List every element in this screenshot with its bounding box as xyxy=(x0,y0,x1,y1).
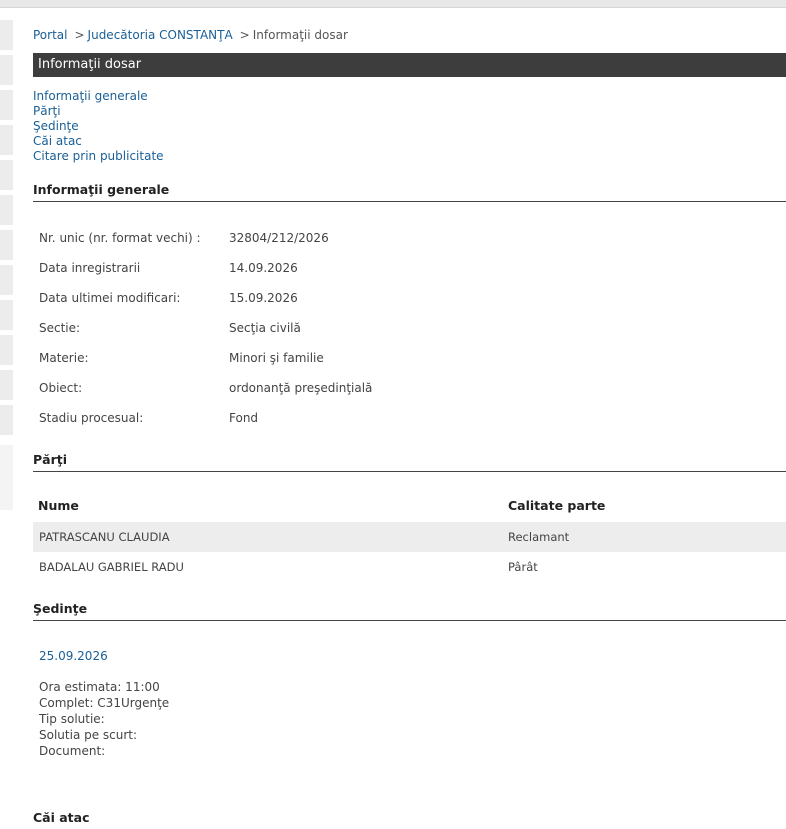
info-label: Sectie: xyxy=(39,321,81,335)
toc-link-parties[interactable]: Părţi xyxy=(33,104,164,119)
hearing-short-solution: Solutia pe scurt: xyxy=(39,728,138,742)
section-heading-appeals: Căi atac xyxy=(33,810,90,825)
section-heading-parties: Părţi xyxy=(33,452,786,472)
info-label: Materie: xyxy=(39,351,89,365)
page-title: Informaţii dosar xyxy=(33,53,786,77)
hearing-panel: Complet: C31Urgenţe xyxy=(39,696,170,710)
hearing-date: 25.09.2026 xyxy=(39,649,108,663)
section-heading-hearings: Şedinţe xyxy=(33,601,786,621)
party-role: Reclamant xyxy=(508,530,570,544)
breadcrumb-portal-link[interactable]: Portal xyxy=(33,28,67,42)
hearing-details: Ora estimata: 11:00 Complet: C31Urgenţe … xyxy=(39,679,169,759)
info-value: 14.09.2026 xyxy=(229,261,298,275)
breadcrumb-court-link[interactable]: Judecătoria CONSTANŢA xyxy=(88,28,233,42)
hearing-estimated-time: Ora estimata: 11:00 xyxy=(39,680,160,694)
hearing-solution-type: Tip solutie: xyxy=(39,712,105,726)
info-label: Data ultimei modificari: xyxy=(39,291,181,305)
toc-link-hearings[interactable]: Şedinţe xyxy=(33,119,164,134)
info-value: Secţia civilă xyxy=(229,321,301,335)
info-label: Nr. unic (nr. format vechi) : xyxy=(39,231,201,245)
party-role: Pârât xyxy=(508,560,538,574)
info-label: Data inregistrarii xyxy=(39,261,141,275)
breadcrumb: Portal > Judecătoria CONSTANŢA > Informaţii … xyxy=(33,28,348,42)
info-label: Obiect: xyxy=(39,381,83,395)
info-value: 32804/212/2026 xyxy=(229,231,329,245)
info-value: Minori şi familie xyxy=(229,351,324,365)
section-heading-general-info: Informaţii generale xyxy=(33,182,786,202)
parties-table-header: Nume Calitate parte xyxy=(33,498,786,516)
left-side-strip xyxy=(0,20,13,510)
table-row: PATRASCANU CLAUDIA Reclamant xyxy=(33,522,786,552)
breadcrumb-separator: > xyxy=(74,28,85,42)
toc-link-general-info[interactable]: Informaţii generale xyxy=(33,89,164,104)
info-value: 15.09.2026 xyxy=(229,291,298,305)
info-value: ordonanţă preşedinţială xyxy=(229,381,373,395)
party-name: BADALAU GABRIEL RADU xyxy=(39,560,184,574)
toc-link-appeals[interactable]: Căi atac xyxy=(33,134,164,149)
column-header-role: Calitate parte xyxy=(508,498,606,513)
toc-link-public-summons[interactable]: Citare prin publicitate xyxy=(33,149,164,164)
info-value: Fond xyxy=(229,411,259,425)
info-label: Stadiu procesual: xyxy=(39,411,144,425)
browser-top-bar xyxy=(0,0,786,8)
column-header-name: Nume xyxy=(38,498,79,513)
table-of-contents: Informaţii generale Părţi Şedinţe Căi at… xyxy=(33,89,164,164)
table-row: BADALAU GABRIEL RADU Pârât xyxy=(33,552,786,582)
hearing-document: Document: xyxy=(39,744,106,758)
party-name: PATRASCANU CLAUDIA xyxy=(39,530,170,544)
breadcrumb-current: Informaţii dosar xyxy=(252,28,348,42)
breadcrumb-separator: > xyxy=(239,28,250,42)
